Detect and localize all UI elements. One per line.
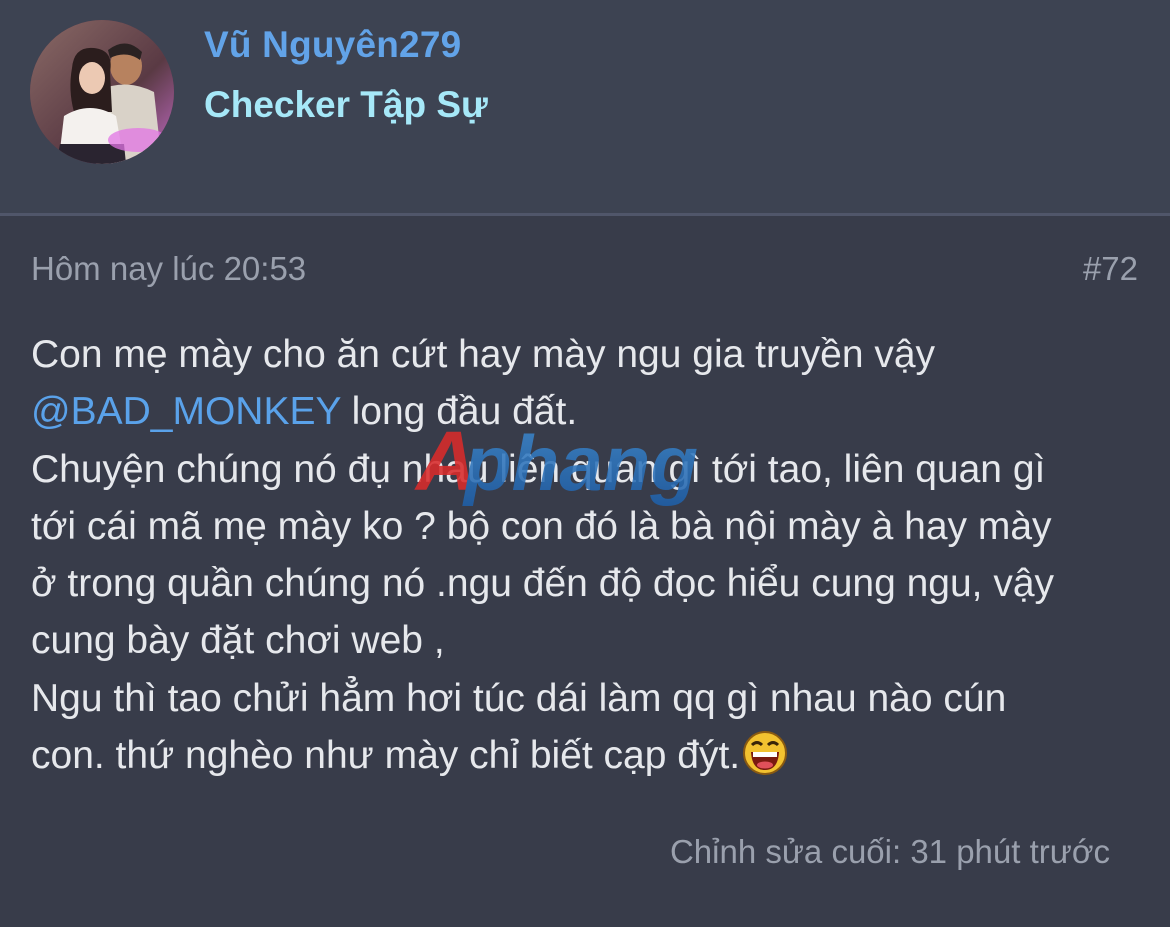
post-line: tới cái mã mẹ mày ko ? bộ con đó là bà n… bbox=[31, 504, 1052, 548]
post-container: Vũ Nguyên279 Checker Tập Sự Hôm nay lúc … bbox=[0, 0, 1170, 927]
post-line: Con mẹ mày cho ăn cứt hay mày ngu gia tr… bbox=[31, 333, 936, 376]
post-line: @BAD_MONKEY long đầu đất. bbox=[31, 383, 1131, 440]
post-line: cung bày đặt chơi web , bbox=[31, 619, 445, 663]
user-rank-title: Checker Tập Sự bbox=[204, 84, 488, 125]
post-line: Chuyện chúng nó đụ nhau liên quan gì tới… bbox=[31, 447, 1046, 491]
post-line: ở trong quần chúng nó .ngu đến độ đọc hi… bbox=[31, 562, 1055, 606]
user-mention-link[interactable]: @BAD_MONKEY bbox=[31, 390, 341, 433]
post-text: con. thứ nghèo như mày chỉ biết cạp đýt. bbox=[31, 734, 741, 778]
last-edited-note[interactable]: Chỉnh sửa cuối: 31 phút trước bbox=[670, 833, 1110, 871]
avatar-image bbox=[30, 20, 174, 164]
username[interactable]: Vũ Nguyên279 bbox=[204, 24, 461, 66]
post-line: Ngu thì tao chửi hẳm hơi túc dái làm qq … bbox=[31, 676, 1007, 720]
laughing-face-icon bbox=[742, 730, 788, 776]
user-header: Vũ Nguyên279 Checker Tập Sự bbox=[0, 0, 1170, 216]
avatar[interactable] bbox=[30, 20, 174, 164]
post-body: Con mẹ mày cho ăn cứt hay mày ngu gia tr… bbox=[31, 326, 1131, 784]
post-timestamp[interactable]: Hôm nay lúc 20:53 bbox=[31, 250, 306, 288]
post-line: con. thứ nghèo như mày chỉ biết cạp đýt. bbox=[31, 727, 1131, 784]
post-number-link[interactable]: #72 bbox=[1083, 250, 1138, 288]
post-text: long đầu đất. bbox=[340, 390, 578, 434]
